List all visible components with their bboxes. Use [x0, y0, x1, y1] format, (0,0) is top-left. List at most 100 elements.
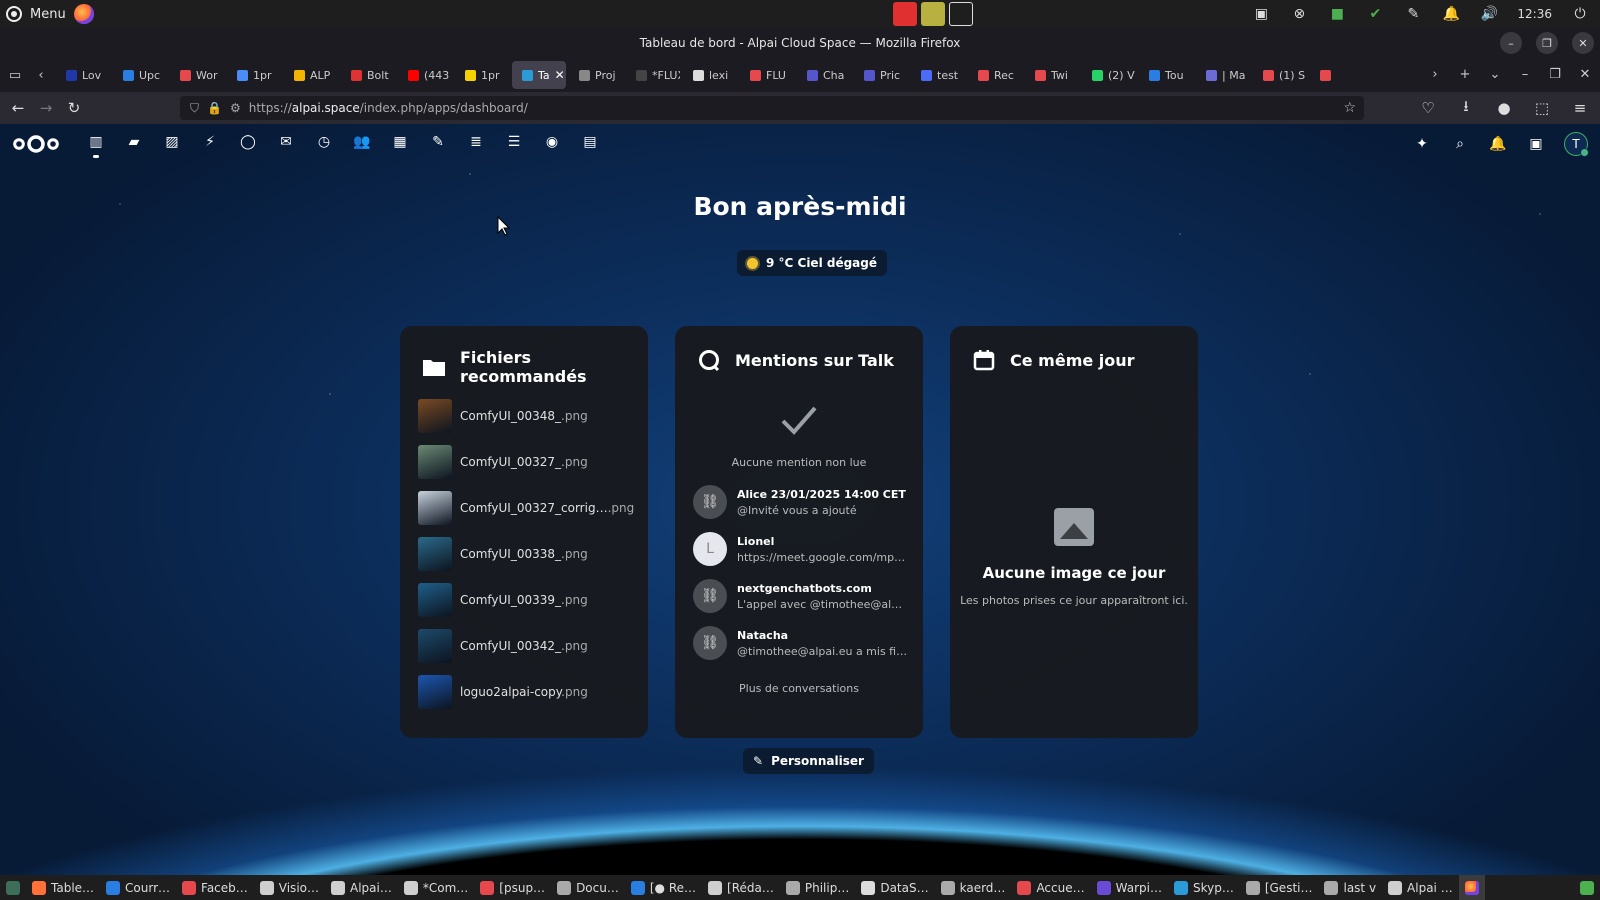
- check-ok-icon[interactable]: ✔: [1365, 4, 1385, 24]
- power-icon[interactable]: ⏻: [1570, 4, 1590, 24]
- taskbar-window-button[interactable]: last v: [1318, 875, 1382, 900]
- extensions-icon[interactable]: ⬚: [1528, 94, 1556, 122]
- taskbar-window-button[interactable]: Alpai…: [325, 875, 398, 900]
- browser-tab[interactable]: | Ma: [1196, 61, 1250, 89]
- browser-tab[interactable]: Tou: [1139, 61, 1193, 89]
- new-tab-button[interactable]: +: [1454, 61, 1476, 87]
- browser-tab[interactable]: test: [911, 61, 965, 89]
- search-icon[interactable]: ⌕: [1450, 134, 1470, 154]
- conversation-item[interactable]: ⛓ Alice 23/01/2025 14:00 CET @Invité vous …: [693, 482, 911, 522]
- tasks-icon[interactable]: ☰: [504, 132, 524, 152]
- browser-tab[interactable]: Wor: [170, 61, 224, 89]
- file-item[interactable]: ComfyUI_00339_.png: [418, 582, 638, 618]
- taskbar-window-button[interactable]: [Gesti…: [1240, 875, 1319, 900]
- trash-tray-button[interactable]: [1574, 875, 1600, 900]
- taskbar-window-button[interactable]: *Com…: [398, 875, 474, 900]
- firefox-launcher-icon[interactable]: [73, 4, 94, 24]
- file-item[interactable]: ComfyUI_00327_.png: [418, 444, 638, 480]
- stack-icon[interactable]: ≣: [466, 132, 486, 152]
- app-menu-icon[interactable]: ≡: [1566, 94, 1594, 122]
- update-manager-icon[interactable]: ■: [1327, 4, 1347, 24]
- browser-tab[interactable]: *FLUX_: [626, 61, 680, 89]
- taskbar-window-button[interactable]: DataS…: [855, 875, 934, 900]
- customize-button[interactable]: ✎ Personnaliser: [743, 748, 874, 774]
- tracking-protection-icon[interactable]: ⛉: [190, 101, 199, 116]
- browser-tab[interactable]: (2) V: [1082, 61, 1136, 89]
- dashboard-icon[interactable]: ▥: [86, 132, 106, 158]
- file-item[interactable]: ComfyUI_00338_.png: [418, 536, 638, 572]
- os-menu-button[interactable]: Menu: [0, 4, 94, 24]
- taskbar-window-button[interactable]: [Réda…: [702, 875, 780, 900]
- taskbar-window-button[interactable]: Faceb…: [176, 875, 254, 900]
- assistant-icon[interactable]: ✦: [1412, 134, 1432, 154]
- browser-tab[interactable]: (443: [398, 61, 452, 89]
- clock[interactable]: 12:36: [1517, 7, 1552, 21]
- mail-icon[interactable]: ✉: [276, 132, 296, 152]
- taskbar-window-button[interactable]: Skyp…: [1168, 875, 1240, 900]
- browser-tab[interactable]: Rec: [968, 61, 1022, 89]
- browser-tab[interactable]: 1pr: [227, 61, 281, 89]
- browser-tab[interactable]: Upc: [113, 61, 167, 89]
- taskbar-window-button[interactable]: Visio…: [254, 875, 325, 900]
- pocket-icon[interactable]: ♡: [1414, 94, 1442, 122]
- weather-status-button[interactable]: 9 °C Ciel dégagé: [737, 250, 888, 276]
- firefox-view-button[interactable]: ▭: [0, 61, 30, 89]
- bell-icon[interactable]: 🔔: [1488, 134, 1508, 154]
- browser-tab[interactable]: Pric: [854, 61, 908, 89]
- network-graph-icon[interactable]: [949, 2, 973, 26]
- file-item[interactable]: ComfyUI_00348_.png: [418, 398, 638, 434]
- browser-tab[interactable]: (1) S: [1253, 61, 1307, 89]
- scroll-tabs-right-button[interactable]: ›: [1424, 61, 1446, 87]
- minimize-button[interactable]: –: [1500, 32, 1522, 54]
- taskbar-window-button[interactable]: kaerd…: [935, 875, 1012, 900]
- browser-tab[interactable]: Cha: [797, 61, 851, 89]
- taskbar-window-button[interactable]: [psup…: [474, 875, 551, 900]
- tabbar-close-button[interactable]: ✕: [1574, 61, 1596, 87]
- taskbar-window-button[interactable]: Docu…: [551, 875, 625, 900]
- calendar-icon[interactable]: ▦: [390, 132, 410, 152]
- contacts-menu-icon[interactable]: ▣: [1526, 134, 1546, 154]
- circles-icon[interactable]: ◉: [542, 132, 562, 152]
- browser-tab[interactable]: Bolt: [341, 61, 395, 89]
- calendar2-icon[interactable]: ▤: [580, 132, 600, 152]
- url-bar[interactable]: ⛉ 🔒 ⚙ https://alpai.space/index.php/apps…: [180, 96, 1364, 120]
- browser-tab[interactable]: ALP: [284, 61, 338, 89]
- user-avatar[interactable]: T: [1564, 132, 1589, 157]
- xbox-icon[interactable]: ⊗: [1289, 4, 1309, 24]
- nextcloud-logo-icon[interactable]: [12, 133, 60, 155]
- browser-tab[interactable]: lexi: [683, 61, 737, 89]
- screen-icon[interactable]: [921, 2, 945, 26]
- browser-tab[interactable]: 1pr: [455, 61, 509, 89]
- forward-button[interactable]: →: [32, 94, 60, 122]
- taskbar-window-button[interactable]: Warpi…: [1091, 875, 1168, 900]
- conversation-item[interactable]: ⛓ nextgenchatbots.com L'appel avec @timoth…: [693, 576, 911, 616]
- conversation-item[interactable]: ⛓ Natacha @timothee@alpai.eu a mis fin…: [693, 623, 911, 663]
- taskbar-window-button[interactable]: Accue…: [1011, 875, 1090, 900]
- list-all-tabs-button[interactable]: ⌄: [1484, 61, 1506, 87]
- notifications-icon[interactable]: 🔔: [1441, 4, 1461, 24]
- conversation-item[interactable]: L Lionel https://meet.google.com/mpn…: [693, 529, 911, 569]
- browser-tab[interactable]: [1310, 61, 1364, 89]
- maximize-button[interactable]: ❐: [1536, 32, 1558, 54]
- close-tab-icon[interactable]: ✕: [555, 68, 566, 82]
- account-icon[interactable]: ●: [1490, 94, 1518, 122]
- more-conversations-link[interactable]: Plus de conversations: [675, 682, 923, 695]
- back-button[interactable]: ←: [4, 94, 32, 122]
- browser-tab[interactable]: Ta ✕: [512, 61, 566, 89]
- downloads-icon[interactable]: ⭳: [1452, 94, 1480, 122]
- notes-icon[interactable]: ✎: [428, 132, 448, 152]
- lock-icon[interactable]: 🔒: [207, 101, 222, 115]
- taskbar-window-button[interactable]: Table…: [26, 875, 100, 900]
- photos-icon[interactable]: ▨: [162, 132, 182, 152]
- volume-icon[interactable]: 🔊: [1479, 4, 1499, 24]
- reload-button[interactable]: ↻: [60, 94, 88, 122]
- files-icon[interactable]: ▰: [124, 132, 144, 152]
- scroll-tabs-left-button[interactable]: ‹: [30, 62, 52, 88]
- permissions-icon[interactable]: ⚙: [230, 101, 241, 115]
- talk-icon[interactable]: ◯: [238, 132, 258, 152]
- file-item[interactable]: ComfyUI_00342_.png: [418, 628, 638, 664]
- deck-icon[interactable]: ◷: [314, 132, 334, 152]
- taskbar-window-button[interactable]: [● Re…: [625, 875, 702, 900]
- file-item[interactable]: ComfyUI_00327_corrig….png: [418, 490, 638, 526]
- browser-tab[interactable]: Lov: [56, 61, 110, 89]
